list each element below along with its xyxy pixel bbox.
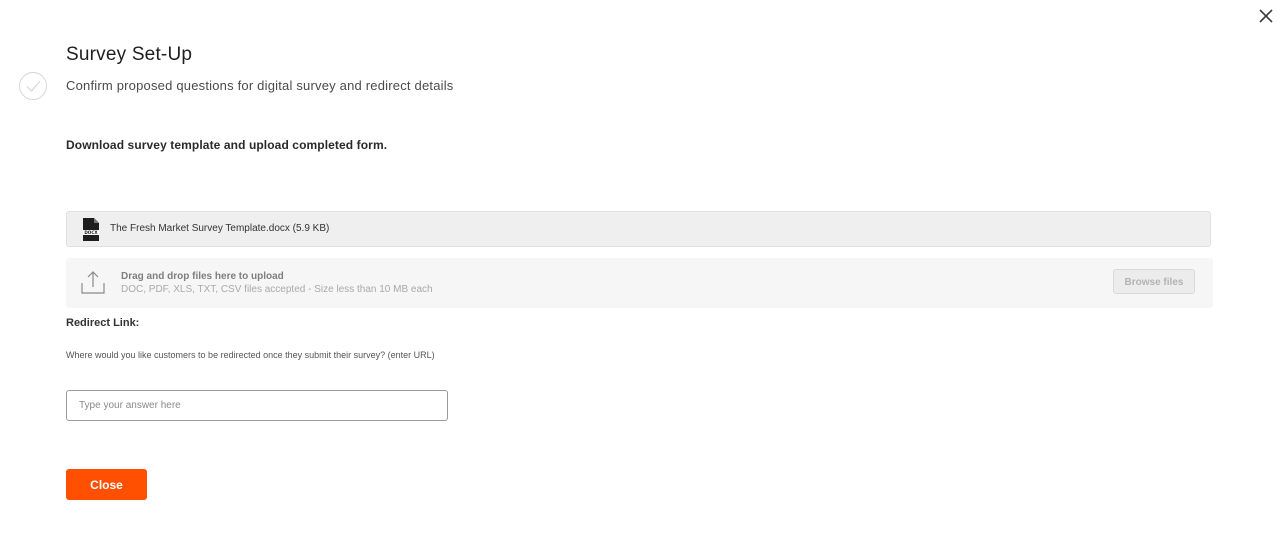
docx-badge-label: DOCX [84, 230, 98, 235]
redirect-question: Where would you like customers to be red… [66, 350, 435, 360]
template-file-name[interactable]: The Fresh Market Survey Template.docx (5… [110, 223, 329, 234]
upload-dropzone[interactable]: Drag and drop files here to upload DOC, … [66, 258, 1213, 308]
close-icon[interactable] [1256, 6, 1276, 26]
template-file-row[interactable]: DOCX The Fresh Market Survey Template.do… [66, 211, 1211, 247]
check-circle-icon [19, 72, 47, 100]
upload-title: Drag and drop files here to upload [121, 271, 284, 282]
modal-subtitle: Confirm proposed questions for digital s… [66, 78, 454, 93]
browse-files-button[interactable]: Browse files [1113, 269, 1195, 294]
redirect-link-label: Redirect Link: [66, 317, 140, 329]
redirect-url-input[interactable] [66, 390, 448, 421]
docx-file-icon: DOCX [83, 218, 99, 241]
template-instruction: Download survey template and upload comp… [66, 138, 388, 152]
upload-accepted-types: DOC, PDF, XLS, TXT, CSV files accepted -… [121, 284, 433, 295]
close-button[interactable]: Close [66, 469, 147, 500]
modal-title: Survey Set-Up [66, 44, 193, 65]
upload-icon [81, 271, 105, 294]
